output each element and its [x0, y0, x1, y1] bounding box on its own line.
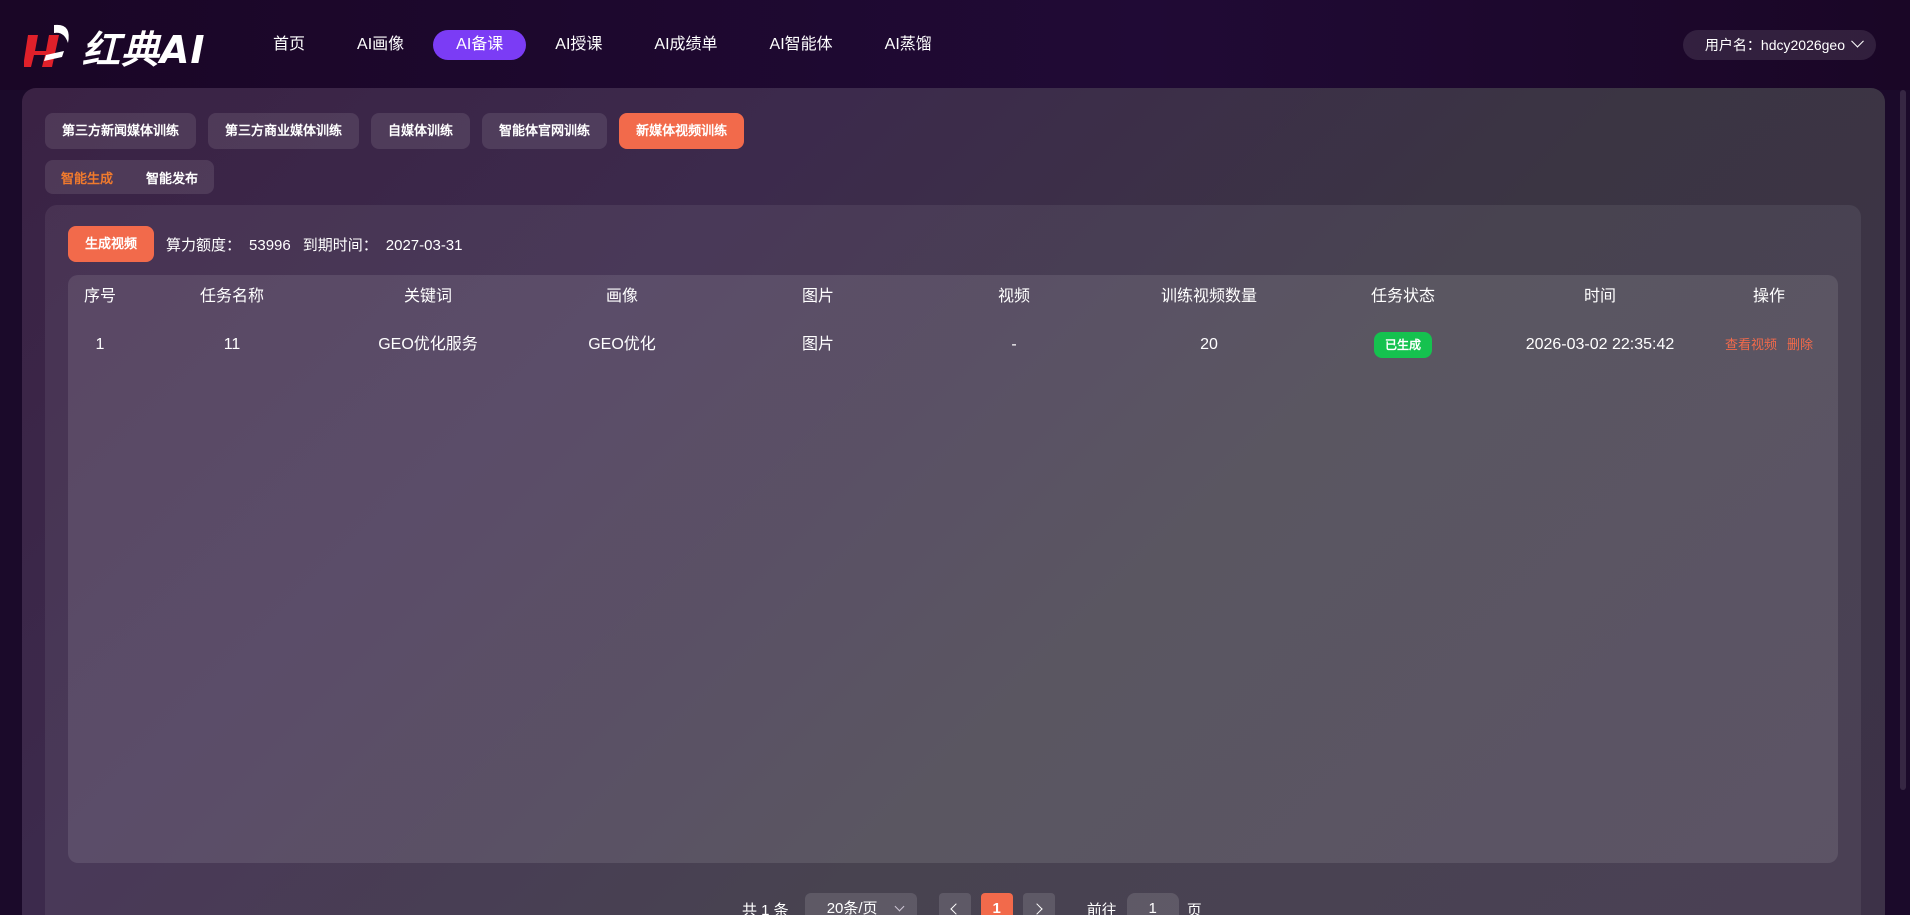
- nav-home[interactable]: 首页: [250, 30, 328, 60]
- page-size-select[interactable]: 20条/页: [804, 893, 917, 915]
- cell-keyword: GEO优化服务: [378, 336, 478, 353]
- page-number-current[interactable]: 1: [980, 893, 1013, 915]
- col-image: 图片: [801, 288, 834, 305]
- page-size-value: 20条/页: [826, 900, 878, 915]
- table-header: 序号 任务名称 关键词 画像 图片 视频 训练视频数量 任务状态 时间 操作: [68, 275, 1838, 319]
- chevron-right-icon: [1031, 903, 1043, 915]
- pagination-total: 共 1 条: [742, 901, 789, 915]
- main-nav: 首页 AI画像 AI备课 AI授课 AI成绩单 AI智能体 AI蒸馏: [250, 30, 961, 60]
- nav-ai-agent[interactable]: AI智能体: [747, 30, 856, 60]
- cell-video: -: [1011, 336, 1017, 353]
- main-panel: 第三方新闻媒体训练 第三方商业媒体训练 自媒体训练 智能体官网训练 新媒体视频训…: [22, 88, 1885, 915]
- cell-status: 已生成: [1306, 323, 1500, 367]
- col-index: 序号: [83, 288, 116, 305]
- delete-link[interactable]: 删除: [1787, 337, 1813, 352]
- toolbar: 生成视频 算力额度： 53996 到期时间： 2027-03-31: [68, 226, 471, 262]
- task-table: 序号 任务名称 关键词 画像 图片 视频 训练视频数量 任务状态 时间 操作 1…: [68, 275, 1838, 863]
- primary-tabs: 第三方新闻媒体训练 第三方商业媒体训练 自媒体训练 智能体官网训练 新媒体视频训…: [45, 113, 756, 149]
- col-persona: 画像: [605, 288, 638, 305]
- cell-video-count: 20: [1200, 336, 1218, 353]
- col-video: 视频: [997, 288, 1030, 305]
- expire-value: 2027-03-31: [385, 236, 463, 254]
- nav-ai-report-card[interactable]: AI成绩单: [631, 30, 740, 60]
- cell-persona: GEO优化: [588, 336, 656, 353]
- tab-third-party-commercial[interactable]: 第三方商业媒体训练: [208, 113, 360, 149]
- user-name: 用户名：hdcy2026geo: [1704, 37, 1845, 53]
- cell-time: 2026-03-02 22:35:42: [1525, 336, 1675, 353]
- goto-label: 前往: [1086, 901, 1117, 915]
- chevron-down-icon: [1851, 34, 1864, 48]
- cell-index: 1: [95, 336, 105, 353]
- chevron-left-icon: [950, 903, 962, 915]
- table-row: 1 11 GEO优化服务 GEO优化 图片 - 20 已生成 2026-03-0…: [68, 323, 1838, 367]
- col-time: 时间: [1583, 288, 1616, 305]
- tab-self-media[interactable]: 自媒体训练: [371, 113, 471, 149]
- logo-text: 红典AI: [82, 27, 206, 72]
- nav-ai-teaching[interactable]: AI授课: [532, 30, 625, 60]
- chevron-down-icon: [894, 901, 905, 912]
- tab-agent-website[interactable]: 智能体官网训练: [482, 113, 608, 149]
- quota-info: 算力额度： 53996 到期时间： 2027-03-31: [166, 234, 470, 255]
- content-card: 生成视频 算力额度： 53996 到期时间： 2027-03-31 序号 任务名称 关…: [45, 205, 1861, 915]
- pagination: 共 1 条 20条/页 1 前往 1 页: [742, 893, 1202, 915]
- view-video-link[interactable]: 查看视频: [1725, 337, 1777, 352]
- logo[interactable]: 红典AI: [24, 18, 206, 74]
- tab-new-media-video[interactable]: 新媒体视频训练: [619, 113, 745, 149]
- col-keyword: 关键词: [403, 288, 452, 305]
- tab-smart-publish[interactable]: 智能发布: [146, 168, 198, 187]
- cell-image[interactable]: 图片: [720, 323, 916, 367]
- expire-label: 到期时间：: [302, 236, 378, 254]
- top-bar: 红典AI 首页 AI画像 AI备课 AI授课 AI成绩单 AI智能体 AI蒸馏 …: [0, 0, 1910, 90]
- next-page-button[interactable]: [1022, 893, 1055, 915]
- nav-ai-portrait[interactable]: AI画像: [334, 30, 427, 60]
- col-status: 任务状态: [1370, 288, 1435, 305]
- page-suffix: 页: [1186, 901, 1202, 915]
- tab-third-party-news[interactable]: 第三方新闻媒体训练: [45, 113, 197, 149]
- secondary-tabs: 智能生成 智能发布: [45, 160, 215, 194]
- generate-video-button[interactable]: 生成视频: [68, 226, 155, 262]
- cell-task-name: 11: [223, 336, 241, 353]
- user-menu[interactable]: 用户名：hdcy2026geo: [1682, 30, 1876, 60]
- col-task-name: 任务名称: [199, 288, 264, 305]
- col-video-count: 训练视频数量: [1160, 288, 1257, 305]
- tab-smart-generate[interactable]: 智能生成: [61, 168, 113, 187]
- quota-value: 53996: [249, 236, 291, 254]
- nav-ai-distill[interactable]: AI蒸馏: [862, 30, 955, 60]
- logo-mark-icon: [24, 24, 69, 67]
- prev-page-button[interactable]: [938, 893, 971, 915]
- cell-actions: 查看视频 删除: [1700, 323, 1838, 367]
- goto-page-input[interactable]: 1: [1126, 893, 1179, 915]
- nav-ai-lesson-prep[interactable]: AI备课: [433, 30, 527, 60]
- status-badge: 已生成: [1373, 331, 1432, 358]
- quota-label: 算力额度：: [166, 236, 242, 254]
- col-actions: 操作: [1752, 288, 1785, 305]
- page-scrollbar[interactable]: [1900, 90, 1906, 790]
